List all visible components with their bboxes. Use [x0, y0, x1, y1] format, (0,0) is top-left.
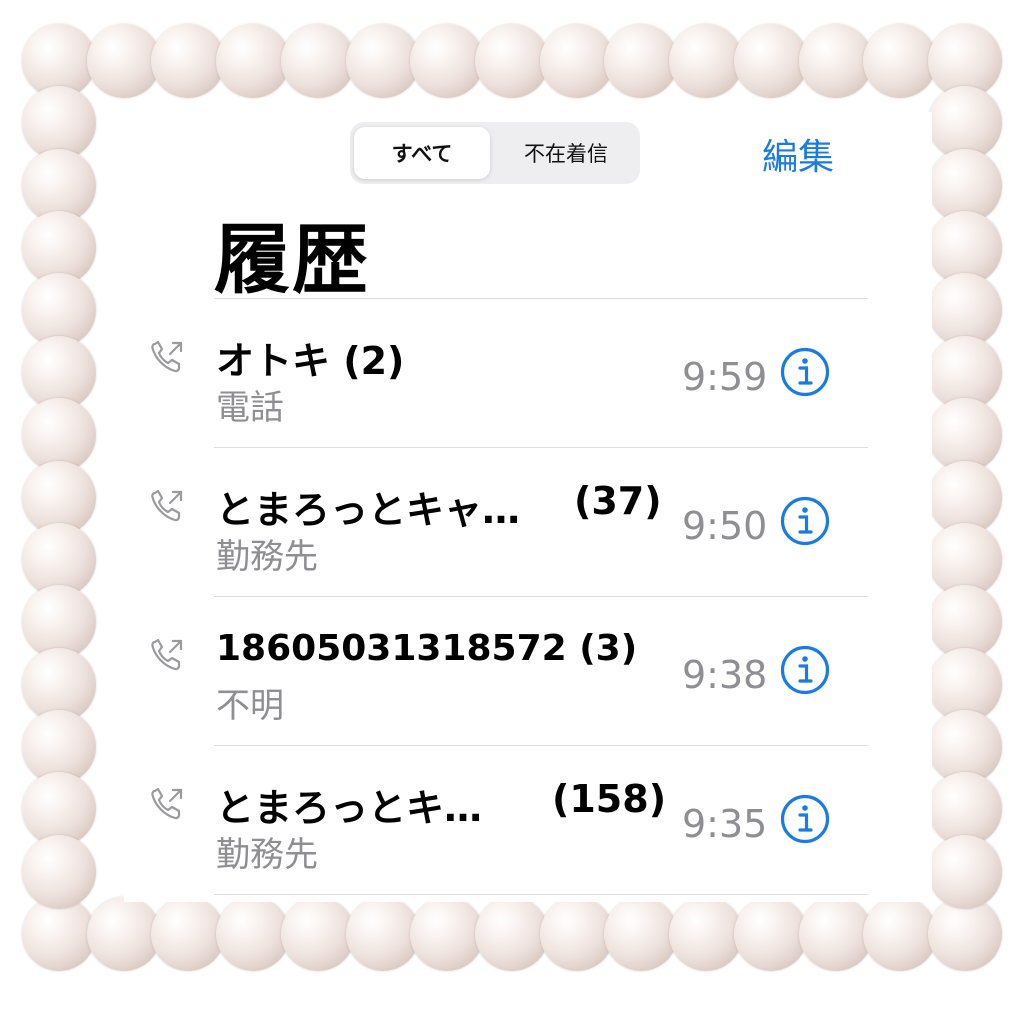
- pearl-decoration: [733, 24, 808, 98]
- info-circle-icon[interactable]: [780, 794, 830, 844]
- pearl-decoration: [733, 897, 808, 971]
- pearl-decoration: [22, 834, 96, 909]
- pearl-decoration: [151, 897, 226, 971]
- tab-all[interactable]: すべて: [354, 127, 490, 179]
- segmented-control: すべて 不在着信: [350, 122, 640, 184]
- page-title: 履歴: [214, 215, 370, 304]
- phone-outgoing-icon: [151, 489, 183, 522]
- call-row[interactable]: とまろっとキャ… (37) 勤務先 9:50: [140, 449, 870, 597]
- call-time: 9:35: [682, 802, 768, 846]
- pearl-decoration: [345, 24, 420, 98]
- pearl-decoration: [345, 897, 420, 971]
- info-circle-icon[interactable]: [780, 645, 830, 695]
- call-count: (37): [574, 479, 662, 523]
- call-count: (158): [552, 777, 667, 821]
- call-type: 電話: [216, 388, 284, 428]
- call-row[interactable]: とまろっとキ… (158) 勤務先 9:35: [140, 747, 870, 895]
- pearl-decoration: [863, 24, 938, 98]
- caller-name: 18605031318572 (3): [216, 628, 638, 669]
- divider: [214, 596, 868, 597]
- pearl-decoration: [86, 24, 161, 98]
- pearl-decoration: [216, 24, 291, 98]
- call-type: 不明: [216, 686, 284, 726]
- pearl-decoration: [86, 897, 161, 971]
- call-time: 9:59: [682, 355, 768, 399]
- phone-outgoing-icon: [151, 638, 183, 671]
- pearl-decoration: [280, 897, 355, 971]
- call-type: 勤務先: [216, 537, 318, 577]
- pearl-decoration: [798, 897, 873, 971]
- call-time: 9:38: [682, 653, 768, 697]
- pearl-decoration: [604, 897, 679, 971]
- pearl-decoration: [410, 897, 485, 971]
- divider: [214, 447, 868, 448]
- divider: [214, 745, 868, 746]
- call-row[interactable]: 18605031318572 (3) 不明 9:38: [140, 598, 870, 746]
- pearl-decoration: [151, 24, 226, 98]
- pearl-decoration: [669, 897, 744, 971]
- divider: [214, 894, 868, 895]
- caller-name: オトキ (2): [216, 339, 405, 383]
- pearl-decoration: [798, 24, 873, 98]
- pearl-decoration: [863, 897, 938, 971]
- tab-missed[interactable]: 不在着信: [498, 127, 634, 179]
- call-time: 9:50: [682, 504, 768, 548]
- info-circle-icon[interactable]: [780, 496, 830, 546]
- pearl-decoration: [475, 24, 549, 98]
- pearl-decoration: [280, 24, 355, 98]
- edit-button[interactable]: 編集: [762, 128, 834, 180]
- pearl-decoration: [475, 897, 549, 971]
- pearl-decoration: [410, 24, 485, 98]
- pearl-decoration: [216, 897, 291, 971]
- pearl-decoration: [928, 834, 1002, 909]
- info-circle-icon[interactable]: [780, 347, 830, 397]
- phone-outgoing-icon: [151, 787, 183, 820]
- pearl-decoration: [539, 897, 614, 971]
- caller-name: とまろっとキ…: [216, 786, 483, 830]
- call-row[interactable]: オトキ (2) 電話 9:59: [140, 300, 870, 448]
- call-type: 勤務先: [216, 835, 318, 875]
- caller-name: とまろっとキャ…: [216, 488, 521, 532]
- phone-outgoing-icon: [151, 340, 183, 373]
- pearl-decoration: [604, 24, 679, 98]
- pearl-decoration: [669, 24, 744, 98]
- pearl-decoration: [539, 24, 614, 98]
- divider: [214, 298, 868, 299]
